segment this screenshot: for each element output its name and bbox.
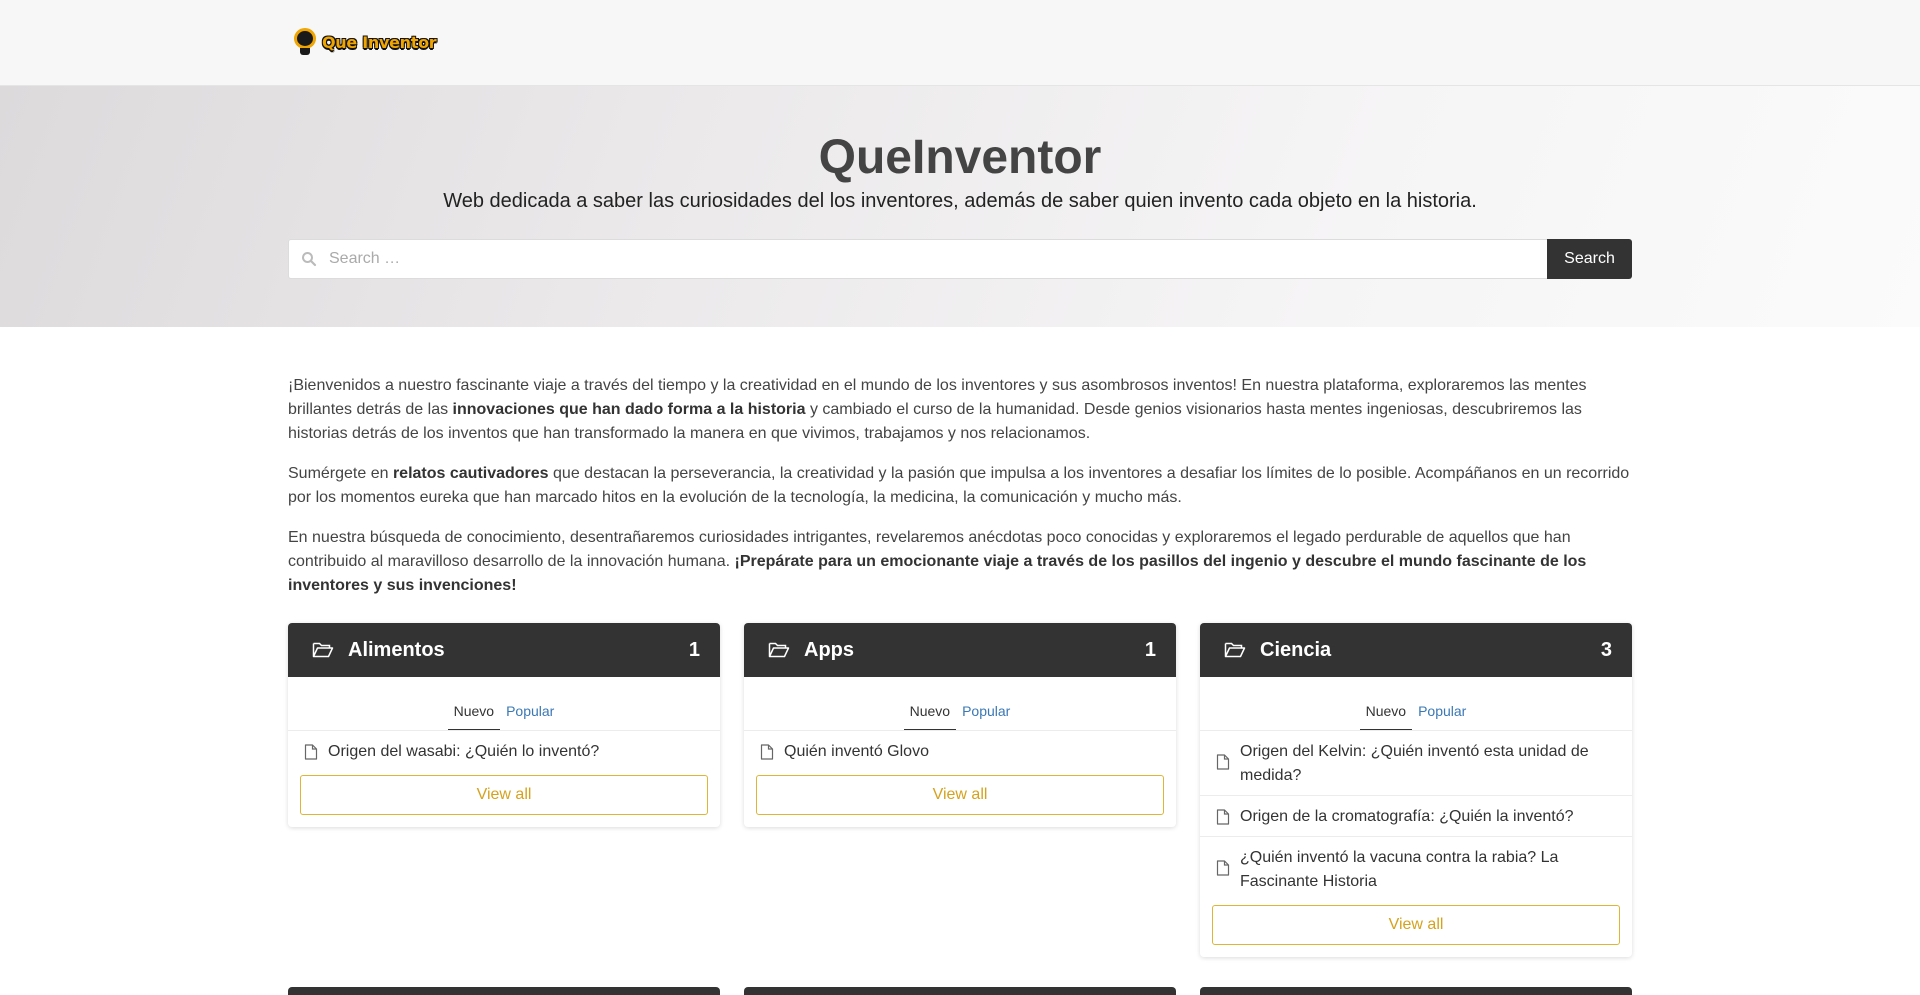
card-header-partial [288,987,720,995]
tab-nuevo[interactable]: Nuevo [447,703,501,730]
page-subtitle: Web dedicada a saber las curiosidades de… [443,190,1477,212]
list-item[interactable]: ¿Quién inventó la vacuna contra la rabia… [1200,837,1632,901]
view-all-button[interactable]: View all [300,775,708,815]
search-icon [289,251,329,267]
tab-nuevo[interactable]: Nuevo [903,703,957,730]
view-all-button[interactable]: View all [756,775,1164,815]
hero-section: QueInventor Web dedicada a saber las cur… [0,86,1920,327]
category-title: Ciencia [1260,638,1332,661]
document-icon [1216,754,1230,770]
category-header[interactable]: Apps 1 [744,623,1176,677]
search-form: Search [288,239,1632,279]
card-header-partial [1200,987,1632,995]
list-item[interactable]: Origen de la cromatografía: ¿Quién la in… [1200,796,1632,837]
document-icon [1216,860,1230,876]
document-icon [1216,809,1230,825]
list-item[interactable]: Origen del Kelvin: ¿Quién inventó esta u… [1200,731,1632,796]
category-count: 3 [1600,638,1612,661]
article-link[interactable]: Origen del wasabi: ¿Quién lo inventó? [328,740,599,764]
category-card-alimentos: Alimentos 1 Nuevo Popular Origen del was… [288,623,720,827]
category-header[interactable]: Ciencia 3 [1200,623,1632,677]
folder-open-icon [1224,642,1246,658]
top-bar: Que Inventor [0,0,1920,86]
site-logo[interactable]: Que Inventor [292,28,437,56]
document-icon [304,744,318,760]
category-title: Apps [804,638,854,661]
article-link[interactable]: ¿Quién inventó la vacuna contra la rabia… [1240,846,1616,894]
category-count: 1 [1144,638,1156,661]
category-tabs: Nuevo Popular [744,677,1176,731]
article-link[interactable]: Origen del Kelvin: ¿Quién inventó esta u… [1240,740,1616,788]
search-input[interactable] [329,240,1547,278]
lightbulb-icon [292,28,318,56]
document-icon [760,744,774,760]
search-box [288,239,1547,279]
category-tabs: Nuevo Popular [1200,677,1632,731]
intro-text: ¡Bienvenidos a nuestro fascinante viaje … [288,374,1632,614]
category-tabs: Nuevo Popular [288,677,720,731]
article-link[interactable]: Quién inventó Glovo [784,740,929,764]
category-card-apps: Apps 1 Nuevo Popular Quién inventó Glovo… [744,623,1176,827]
article-link[interactable]: Origen de la cromatografía: ¿Quién la in… [1240,805,1574,829]
next-row-card-headers [288,987,1632,995]
folder-open-icon [312,642,334,658]
intro-paragraph-3: En nuestra búsqueda de conocimiento, des… [288,529,1587,594]
logo-text: Que Inventor [322,32,437,52]
tab-popular[interactable]: Popular [1412,703,1472,730]
category-count: 1 [688,638,700,661]
view-all-button[interactable]: View all [1212,905,1620,945]
category-cards: Alimentos 1 Nuevo Popular Origen del was… [288,623,1632,957]
tab-popular[interactable]: Popular [500,703,560,730]
category-header[interactable]: Alimentos 1 [288,623,720,677]
folder-open-icon [768,642,790,658]
category-card-ciencia: Ciencia 3 Nuevo Popular Origen del Kelvi… [1200,623,1632,957]
search-button[interactable]: Search [1547,239,1632,279]
tab-nuevo[interactable]: Nuevo [1359,703,1413,730]
category-title: Alimentos [348,638,445,661]
list-item[interactable]: Origen del wasabi: ¿Quién lo inventó? [288,731,720,771]
page-title: QueInventor [818,131,1102,184]
card-header-partial [744,987,1176,995]
list-item[interactable]: Quién inventó Glovo [744,731,1176,771]
intro-paragraph-2: Sumérgete en relatos cautivadores que de… [288,465,1630,506]
tab-popular[interactable]: Popular [956,703,1016,730]
intro-paragraph-1: ¡Bienvenidos a nuestro fascinante viaje … [288,377,1587,442]
